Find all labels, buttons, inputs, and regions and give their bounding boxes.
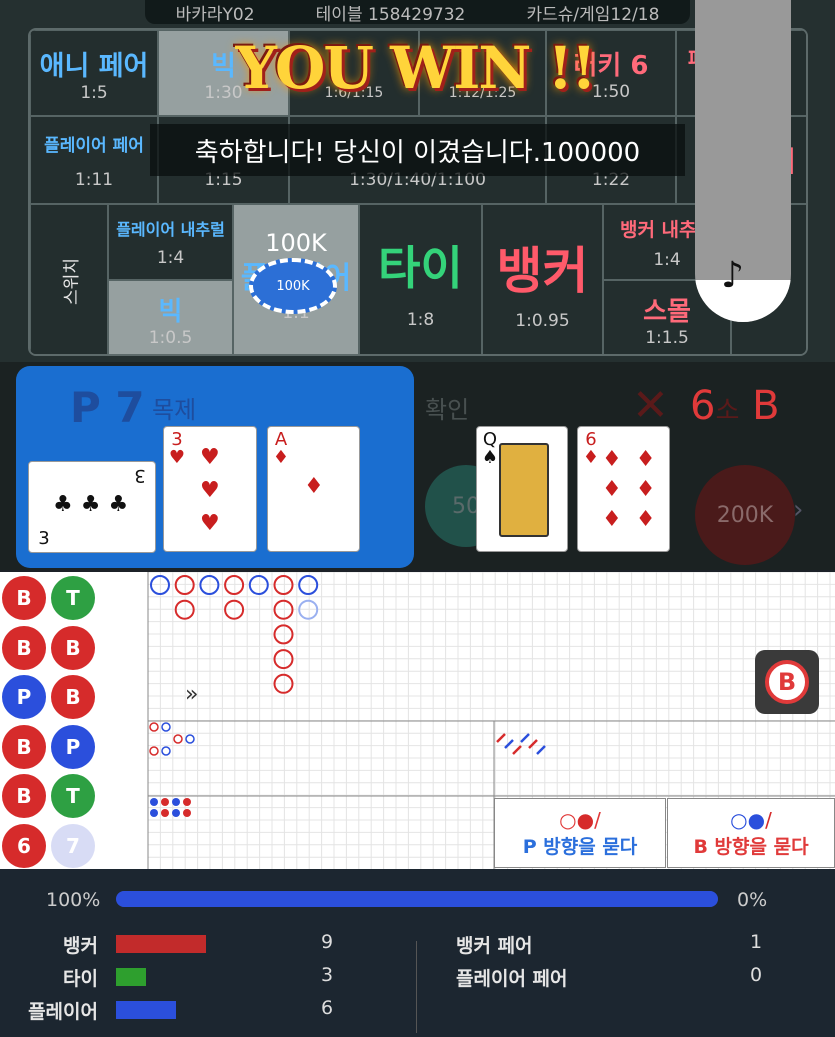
table-info-bar: 바카라Y02 테이블 158429732 카드슈/게임12/18 xyxy=(145,0,690,25)
player-card-1: 3 3 ♣♣♣ xyxy=(28,461,156,553)
stat-count-2: 6 xyxy=(321,997,334,1019)
you-win-banner: YOU WIN !! xyxy=(235,34,596,102)
divider xyxy=(416,941,417,1033)
bet-player-natural[interactable]: 플레이어 내추럴 1:4 xyxy=(108,204,233,280)
bet-label: 스몰 xyxy=(643,296,691,327)
ask-banker-button[interactable]: ○●/ B 방향을 묻다 xyxy=(667,798,835,868)
progress-fill xyxy=(116,891,718,907)
player-card-2: 3 ♥ ♥ ♥ ♥ xyxy=(163,426,257,552)
progress-track xyxy=(116,891,718,907)
stat-count-0: 9 xyxy=(321,931,334,953)
music-note-icon[interactable]: ♪ xyxy=(721,255,744,296)
player-percentage: 100% xyxy=(46,889,101,911)
banker-toggle-button[interactable]: B xyxy=(755,650,819,714)
banker-percentage: 0% xyxy=(737,889,768,911)
bet-ratio: 1:4 xyxy=(156,248,185,268)
statistics-panel: 100% 0% 뱅커 9 타이 3 플레이어 6 뱅커 페어 1 플레이어 페어 0 xyxy=(0,869,835,1037)
bet-label: 플레이어 페어 xyxy=(44,135,144,156)
bet-label: 뱅커 xyxy=(496,242,589,300)
bet-switch[interactable]: 스위치 xyxy=(30,204,108,354)
bet-label: 플레이어 내추럴 xyxy=(116,220,225,239)
table-id: 테이블 158429732 xyxy=(315,4,466,25)
banker-card-2: 6 ♦ ♦♦ ♦♦ ♦♦ xyxy=(577,426,670,552)
bet-label: 애니 페어 xyxy=(39,50,149,82)
banker-card-1: Q ♠ xyxy=(476,426,568,552)
bet-ratio: 1:11 xyxy=(74,169,114,190)
bet-ratio: 1:1.5 xyxy=(645,327,689,348)
bead-3-0: B xyxy=(2,724,46,769)
scoreboard-roads: » B ○●/ P 방향을 묻다 ○●/ B 방향을 묻다 xyxy=(0,572,835,869)
bet-big[interactable]: 빅 1:0.5 xyxy=(108,280,233,354)
bead-3-1: P xyxy=(51,724,95,769)
bead-0-0: B xyxy=(2,576,46,620)
chip-200k[interactable]: 200K xyxy=(695,465,795,565)
player-score: P 7 xyxy=(70,383,145,432)
banker-score: 6소 B xyxy=(690,383,780,429)
stat-label-0: 뱅커 xyxy=(63,935,98,957)
bet-label: 스위치 xyxy=(61,257,82,305)
player-pair-label: 플레이어 페어 xyxy=(456,968,568,990)
music-panel[interactable]: ♪ xyxy=(695,0,791,322)
table-name: 바카라Y02 xyxy=(175,4,255,25)
bead-4-0: B xyxy=(2,774,46,818)
bet-ratio: 1:0.5 xyxy=(148,327,193,348)
win-message: 축하합니다! 당신이 이겼습니다.100000 xyxy=(150,124,685,176)
bead-2-1: B xyxy=(51,675,95,719)
stat-count-1: 3 xyxy=(321,964,334,986)
player-bet-chip: 100K xyxy=(249,258,337,314)
scroll-arrows-icon[interactable]: » xyxy=(185,682,198,707)
bead-1-0: B xyxy=(2,625,46,670)
bead-5-1: 7 xyxy=(51,823,95,868)
ask-player-button[interactable]: ○●/ P 방향을 묻다 xyxy=(494,798,666,868)
bead-0-1: T xyxy=(51,576,95,620)
bet-player-pair[interactable]: 플레이어 페어 1:11 xyxy=(30,116,158,204)
player-card-3: A ♦ ♦ xyxy=(267,426,360,552)
confirm-button[interactable]: 확인 xyxy=(425,390,469,425)
bet-banker[interactable]: 뱅커 1:0.95 xyxy=(482,204,603,354)
bet-any-pair[interactable]: 애니 페어 1:5 xyxy=(30,30,158,116)
stat-label-2: 플레이어 xyxy=(28,1001,98,1023)
banker-pair-label: 뱅커 페어 xyxy=(456,935,533,957)
bet-tie[interactable]: 타이 1:8 xyxy=(359,204,482,354)
stat-bar-0 xyxy=(116,935,206,953)
cancel-button[interactable]: 목제 xyxy=(152,390,196,425)
stat-bar-1 xyxy=(116,968,146,986)
bead-2-0: P xyxy=(2,675,46,719)
bet-ratio: 1:8 xyxy=(406,310,435,330)
bet-label: 타이 xyxy=(378,241,463,295)
stat-bar-2 xyxy=(116,1001,176,1019)
shoe-info: 카드슈/게임12/18 xyxy=(526,4,660,25)
stat-label-1: 타이 xyxy=(63,968,98,990)
bet-ratio: 1:4 xyxy=(653,249,681,270)
close-icon[interactable]: ✕ xyxy=(632,380,669,431)
bead-1-1: B xyxy=(51,625,95,670)
banker-pair-count: 1 xyxy=(750,931,763,953)
bead-5-0: 6 xyxy=(2,823,46,868)
chevron-right-icon[interactable]: › xyxy=(793,495,803,525)
bet-label: 빅 xyxy=(158,296,183,327)
bet-ratio: 1:0.95 xyxy=(515,311,570,331)
player-pair-count: 0 xyxy=(750,964,763,986)
bead-4-1: T xyxy=(51,774,95,818)
bet-ratio: 1:5 xyxy=(80,82,108,103)
